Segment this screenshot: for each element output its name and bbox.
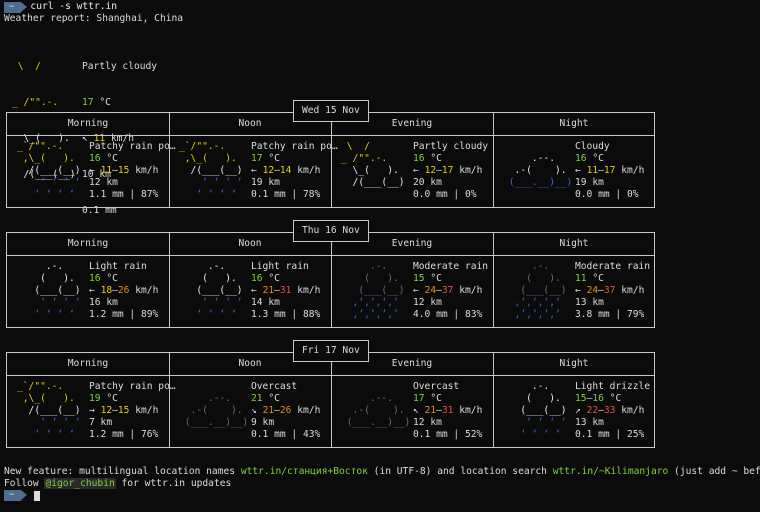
forecast-visibility: 12 km [413,417,442,428]
forecast-condition: Light rain [89,261,147,272]
weather-art-icon: .--. .-( ). (___.__)__) [341,393,417,428]
forecast-condition: Overcast [413,381,460,392]
forecast-temp: 16 °C [89,273,118,284]
prompt-tilde: ~ [4,1,29,13]
forecast-condition: Light rain [251,261,309,272]
forecast-wind: ← 21–31 km/h [251,285,321,296]
forecast-visibility: 16 km [89,297,118,308]
forecast-wind: ← 24–37 km/h [413,285,483,296]
forecast-precip: 0.0 mm | 0% [575,189,639,200]
forecast-precip: 1.2 mm | 89% [89,309,159,320]
forecast-visibility: 7 km [89,417,113,428]
forecast-precip: 0.1 mm | 52% [413,429,483,440]
command-text: curl -s wttr.in [30,1,118,12]
forecast-condition: Light drizzle [575,381,651,392]
prompt-line: ~ curl -s wttr.in [4,1,117,13]
current-condition: Partly cloudy [82,61,158,72]
link-kilimanjaro[interactable]: wttr.in/~Kilimanjaro [553,466,669,477]
forecast-condition: Patchy rain po… [89,381,176,392]
forecast-temp: 16 °C [413,153,442,164]
weather-art-icon: .-. ( ). (___(__) ‚‘‚‘‚‘‚‘ ‚’‚’‚’‚’ [503,261,573,320]
current-weather: \ / _ /"".-. \_( ). /(___(__) Partly clo… [12,37,192,216]
weather-art-icon: .--. .-( ). (___.__)__) [503,153,579,188]
weather-art-icon: .-. ( ). (___(__) ‚‘‚‘‚‘‚‘ ‚’‚’‚’‚’ [341,261,411,320]
forecast-condition: Patchy rain po… [89,141,176,152]
forecast-temp: 16 °C [575,153,604,164]
prompt-tilde-2: ~ [4,490,29,501]
prompt-line-2: ~ [4,490,41,501]
forecast-wind: ← 12–17 km/h [413,165,483,176]
forecast-precip: 1.2 mm | 76% [89,429,159,440]
forecast-temp: 16 °C [89,153,118,164]
forecast-precip: 4.0 mm | 83% [413,309,483,320]
forecast-temp: 15–16 °C [575,393,622,404]
weather-art-icon: .-. ( ). (___(__) ‘ ‘ ‘ ‘ ‘ ‘ ‘ ‘ [17,261,87,320]
period-header-morning: Morning [67,238,109,249]
day-label-box: Thu 16 Nov [293,220,369,242]
report-title: Weather report: Shanghai, China [4,13,184,24]
forecast-visibility: 13 km [575,297,604,308]
forecast-visibility: 12 km [413,297,442,308]
forecast-precip: 3.8 mm | 79% [575,309,645,320]
forecast-precip: 0.1 mm | 43% [251,429,321,440]
current-temp: 17 °C [82,97,111,108]
forecast-condition: Overcast [251,381,298,392]
forecast-wind: ← 12–14 km/h [251,165,321,176]
footer-follow-line: Follow @igor_chubin for wttr.in updates [4,478,232,489]
forecast-temp: 21 °C [251,393,280,404]
forecast-wind: ← 11–17 km/h [575,165,645,176]
weather-art-icon: .-. ( ). (___(__) ‘ ‘ ‘ ‘ ‘ ‘ ‘ ‘ [503,381,573,440]
forecast-visibility: 13 km [575,417,604,428]
forecast-wind: ↖ 21–31 km/h [413,405,483,416]
forecast-temp: 16 °C [251,273,280,284]
forecast-precip: 0.1 mm | 78% [251,189,321,200]
period-header-night: Night [559,358,589,369]
weather-art-icon: .-. ( ). (___(__) ‘ ‘ ‘ ‘ ‘ ‘ ‘ ‘ [179,261,249,320]
forecast-wind: ↗ 22–33 km/h [575,405,645,416]
forecast-visibility: 12 km [89,177,118,188]
forecast-precip: 1.3 mm | 88% [251,309,321,320]
link-igor-chubin[interactable]: @igor_chubin [44,478,116,489]
forecast-wind: ← 11–15 km/h [89,165,159,176]
forecast-precip: 0.1 mm | 25% [575,429,645,440]
forecast-precip: 0.0 mm | 0% [413,189,477,200]
forecast-condition: Patchy rain po… [251,141,338,152]
weather-art-icon: _`/"".-. ,\_( ). /(___(__) ‘ ‘ ‘ ‘ ‘ ‘ ‘… [179,141,249,200]
forecast-visibility: 9 km [251,417,275,428]
forecast-table-day-1: Morning Noon Evening Night _`/"".-. ,\_( ). … [6,112,655,208]
forecast-wind: ← 24–37 km/h [575,285,645,296]
forecast-temp: 11 °C [575,273,604,284]
forecast-temp: 15 °C [413,273,442,284]
forecast-temp: 19 °C [89,393,118,404]
forecast-wind: ↘ 21–26 km/h [251,405,321,416]
forecast-wind: ← 18–26 km/h [89,285,159,296]
forecast-visibility: 20 km [413,177,442,188]
day-label-box: Fri 17 Nov [293,340,369,362]
forecast-visibility: 19 km [575,177,604,188]
period-header-morning: Morning [67,358,109,369]
forecast-condition: Cloudy [575,141,610,152]
forecast-wind: → 12–15 km/h [89,405,159,416]
link-station[interactable]: wttr.in/станция+Восток [241,466,368,477]
forecast-table-day-3: Morning Noon Evening Night _`/"".-. ,\_( ). … [6,352,655,448]
weather-art-icon: _`/"".-. ,\_( ). /(___(__) ‘ ‘ ‘ ‘ ‘ ‘ ‘… [17,381,87,440]
forecast-condition: Partly cloudy [413,141,489,152]
forecast-precip: 1.1 mm | 87% [89,189,159,200]
weather-art-icon: \ / _ /"".-. \_( ). /(___(__) [341,141,411,188]
forecast-condition: Moderate rain [413,261,489,272]
weather-art-icon: .--. .-( ). (___.__)__) [179,393,255,428]
forecast-table-day-2: Morning Noon Evening Night .-. ( ). (___(__… [6,232,655,328]
footer-feature-line: New feature: multilingual location names… [4,466,760,477]
terminal-cursor[interactable] [34,490,41,501]
day-label-box: Wed 15 Nov [293,100,369,122]
forecast-temp: 17 °C [251,153,280,164]
weather-art-icon: _`/"".-. ,\_( ). /(___(__) ‘ ‘ ‘ ‘ ‘ ‘ ‘… [17,141,87,200]
period-header-night: Night [559,118,589,129]
forecast-temp: 17 °C [413,393,442,404]
period-header-morning: Morning [67,118,109,129]
period-header-night: Night [559,238,589,249]
forecast-visibility: 19 km [251,177,280,188]
forecast-condition: Moderate rain [575,261,651,272]
forecast-visibility: 14 km [251,297,280,308]
